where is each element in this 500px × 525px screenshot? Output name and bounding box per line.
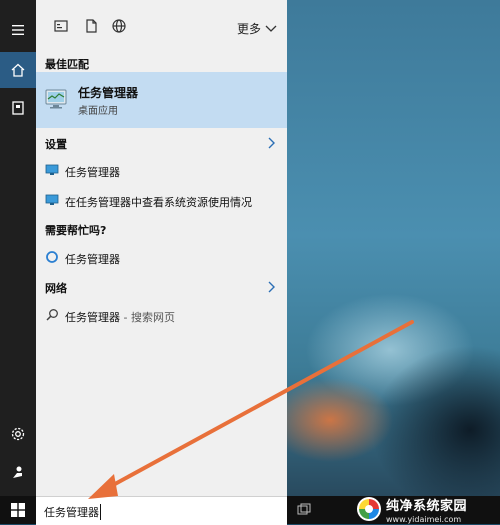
web-item-query: 任务管理器 [65, 311, 120, 324]
monitor-settings-icon [45, 194, 59, 205]
best-match-subtitle: 桌面应用 [78, 106, 118, 117]
settings-header: 设置 [45, 138, 67, 151]
documents-filter-icon[interactable] [83, 18, 99, 34]
chevron-down-icon [265, 25, 277, 32]
web-header: 网络 [45, 282, 67, 295]
web-item-label: 任务管理器 - 搜索网页 [65, 309, 175, 325]
search-results-panel: 更多 最佳匹配 任务管理器 桌面应用 设置 任务管理器 在任务管理器中查看系统资… [36, 0, 287, 496]
search-input-value: 任务管理器 [44, 504, 101, 520]
settings-item-view-resources[interactable]: 在任务管理器中查看系统资源使用情况 [36, 188, 287, 214]
settings-expand-chevron-icon[interactable] [267, 137, 277, 149]
settings-item-task-manager[interactable]: 任务管理器 [36, 158, 287, 184]
best-match-header: 最佳匹配 [45, 58, 89, 71]
web-item-search[interactable]: 任务管理器 - 搜索网页 [36, 303, 287, 329]
watermark-text-block: 纯净系统家园 www.yidaimei.com [386, 495, 467, 524]
task-manager-app-icon [45, 89, 67, 109]
home-button[interactable] [0, 52, 36, 88]
search-box[interactable]: 任务管理器 [36, 496, 287, 525]
more-filters-button[interactable]: 更多 [237, 20, 277, 37]
cortana-ring-icon [46, 251, 58, 263]
watermark-title: 纯净系统家园 [386, 498, 468, 514]
best-match-title: 任务管理器 [78, 86, 139, 100]
feedback-person-icon [13, 466, 22, 478]
apps-filter-icon[interactable] [53, 18, 69, 34]
watermark: 纯净系统家园 www.yidaimei.com [356, 494, 500, 524]
start-left-rail [0, 0, 36, 496]
help-header: 需要帮忙吗? [45, 224, 107, 237]
web-filter-icon[interactable] [111, 18, 127, 34]
web-item-suffix: - 搜索网页 [120, 311, 175, 324]
filter-bar: 更多 [36, 0, 287, 50]
hamburger-menu-button[interactable] [0, 12, 36, 48]
settings-item-label: 任务管理器 [65, 166, 120, 179]
task-view-icon[interactable] [297, 503, 311, 517]
settings-item-label: 在任务管理器中查看系统资源使用情况 [65, 196, 252, 209]
more-label: 更多 [236, 22, 261, 36]
windows-logo-icon [11, 503, 25, 517]
hamburger-icon [12, 25, 24, 35]
watermark-url: www.yidaimei.com [386, 514, 462, 524]
notebook-icon [12, 101, 24, 115]
notebook-button[interactable] [0, 90, 36, 126]
help-item-label: 任务管理器 [65, 253, 120, 266]
home-icon [11, 63, 25, 77]
gear-icon [11, 427, 25, 441]
monitor-settings-icon [45, 164, 59, 175]
feedback-button[interactable] [0, 454, 36, 490]
watermark-logo-icon [357, 497, 381, 521]
settings-button[interactable] [0, 416, 36, 452]
best-match-item[interactable]: 任务管理器 桌面应用 [36, 72, 287, 128]
web-expand-chevron-icon[interactable] [267, 281, 277, 293]
search-icon [46, 309, 58, 321]
help-item-task-manager[interactable]: 任务管理器 [36, 245, 287, 271]
start-button[interactable] [0, 496, 36, 524]
